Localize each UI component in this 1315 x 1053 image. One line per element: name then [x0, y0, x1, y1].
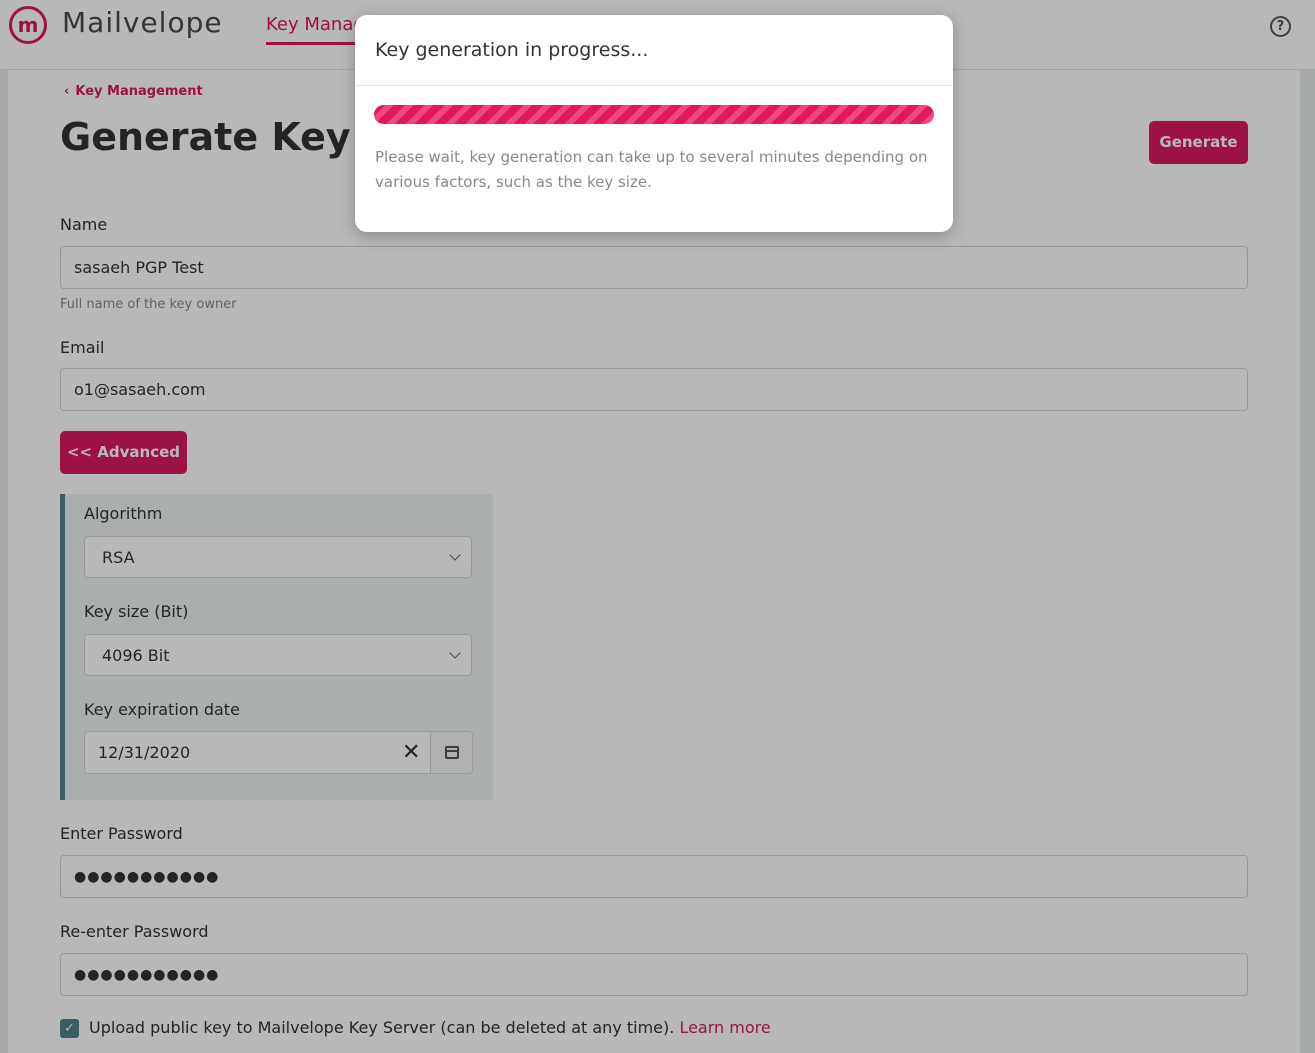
dialog-divider: [355, 85, 953, 86]
progress-bar: [374, 105, 934, 124]
progress-bar-fill: [374, 105, 934, 124]
dialog-message: Please wait, key generation can take up …: [375, 148, 928, 191]
key-generation-dialog: Key generation in progress... Please wai…: [355, 15, 953, 232]
dialog-title: Key generation in progress...: [375, 39, 649, 61]
